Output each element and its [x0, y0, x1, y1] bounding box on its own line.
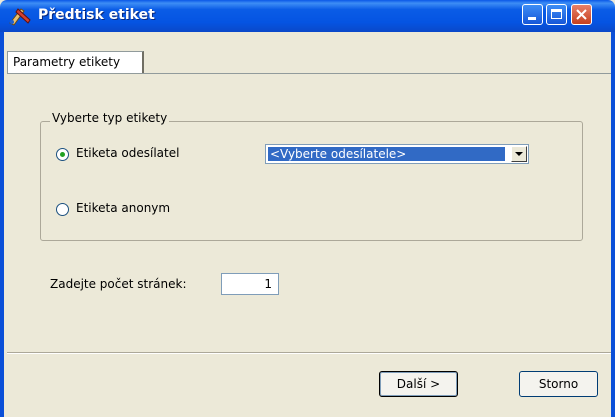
close-button[interactable]: [571, 4, 592, 25]
label-print-icon: [8, 6, 32, 26]
radio-sender-label-text[interactable]: Etiketa odesílatel: [76, 146, 179, 160]
minimize-icon: [528, 17, 536, 20]
window-title: Předtisk etiket: [38, 7, 155, 23]
radio-sender-label[interactable]: [56, 148, 69, 161]
radio-anonymous-label-text[interactable]: Etiketa anonym: [76, 201, 170, 215]
minimize-button[interactable]: [522, 4, 543, 25]
page-count-label: Zadejte počet stránek:: [50, 277, 187, 291]
group-title: Vyberte typ etikety: [50, 111, 170, 125]
tab-label: Parametry etikety: [13, 55, 121, 69]
window-border-left: [0, 32, 4, 417]
next-button[interactable]: Další >: [379, 371, 458, 397]
window-border-right: [611, 32, 615, 417]
page-count-input[interactable]: 1: [221, 273, 279, 295]
maximize-button[interactable]: [546, 4, 567, 25]
sender-select-value: <Vyberte odesílatele>: [268, 147, 505, 161]
cancel-button[interactable]: Storno: [519, 371, 598, 397]
button-separator: [7, 352, 611, 354]
label-type-group: [40, 121, 583, 241]
sender-select[interactable]: <Vyberte odesílatele>: [265, 144, 529, 164]
dialog-window: Předtisk etiket Parametry etikety Vybert…: [0, 0, 615, 417]
tab-panel-border: [7, 73, 611, 74]
close-icon: [576, 9, 587, 20]
radio-anonymous-label[interactable]: [56, 203, 69, 216]
chevron-down-icon[interactable]: [511, 146, 527, 162]
title-bar[interactable]: Předtisk etiket: [0, 0, 615, 32]
tab-parametry-etikety[interactable]: Parametry etikety: [7, 51, 144, 73]
maximize-icon: [551, 9, 562, 19]
